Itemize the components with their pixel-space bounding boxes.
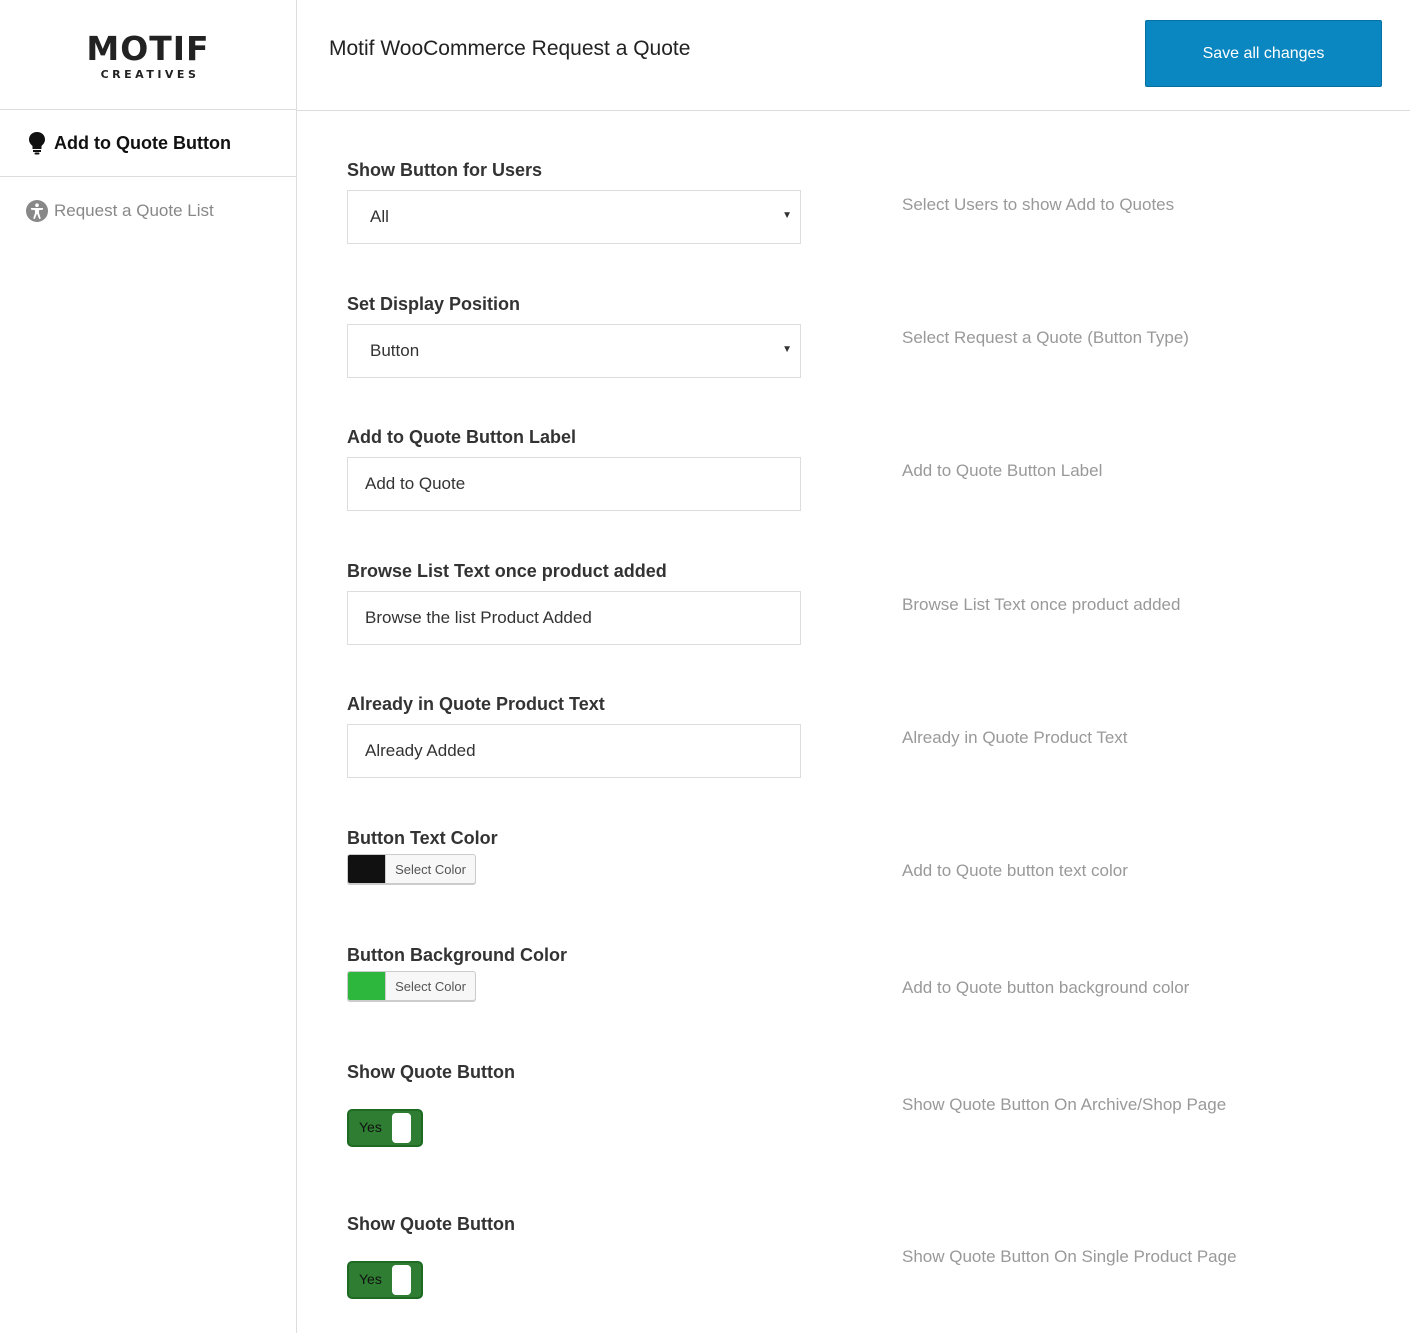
lightbulb-icon	[25, 131, 49, 155]
field-label: Add to Quote Button Label	[347, 427, 576, 447]
toggle-label: Yes	[359, 1119, 382, 1135]
field-add-to-quote-button-label: Add to Quote Button Label Add to Quote A…	[347, 427, 1357, 511]
background-color-picker-button[interactable]: Select Color	[347, 971, 476, 1001]
field-button-background-color: Button Background Color Select Color Add…	[347, 945, 1357, 1001]
toggle-knob	[392, 1113, 411, 1143]
logo: MOTIF CREATIVES	[0, 0, 296, 110]
text-color-picker-button[interactable]: Select Color	[347, 854, 476, 884]
field-show-quote-button-archive: Show Quote Button Yes Show Quote Button …	[347, 1062, 1357, 1147]
field-description: Add to Quote button background color	[902, 978, 1190, 997]
page-title: Motif WooCommerce Request a Quote	[329, 37, 691, 60]
save-all-changes-button[interactable]: Save all changes	[1145, 20, 1382, 87]
field-description: Select Users to show Add to Quotes	[902, 195, 1175, 214]
show-quote-single-toggle[interactable]: Yes	[347, 1261, 423, 1299]
field-description: Add to Quote Button Label	[902, 461, 1103, 480]
browse-list-text-input[interactable]: Browse the list Product Added	[347, 591, 801, 645]
field-label: Button Background Color	[347, 945, 567, 965]
already-in-quote-input[interactable]: Already Added	[347, 724, 801, 778]
field-button-text-color: Button Text Color Select Color Add to Qu…	[347, 828, 1357, 884]
logo-main-text: MOTIF	[86, 29, 210, 68]
field-label: Set Display Position	[347, 294, 521, 314]
sidebar-item-request-a-quote-list[interactable]: Request a Quote List	[0, 177, 296, 244]
select-color-label: Select Color	[395, 978, 466, 994]
field-description: Show Quote Button On Archive/Shop Page	[902, 1095, 1227, 1114]
field-description: Already in Quote Product Text	[902, 728, 1128, 747]
logo-sub-text: CREATIVES	[100, 68, 200, 81]
button-label-input[interactable]: Add to Quote	[347, 457, 801, 511]
field-description: Add to Quote button text color	[902, 861, 1128, 880]
field-browse-list-text: Browse List Text once product added Brow…	[347, 561, 1357, 645]
sidebar: MOTIF CREATIVES Add to Quote Button Requ…	[0, 0, 297, 1333]
select-value: All	[370, 207, 389, 226]
show-users-select[interactable]: All ▼	[347, 190, 801, 244]
color-swatch	[348, 855, 386, 883]
select-color-label: Select Color	[395, 861, 466, 877]
select-value: Button	[370, 341, 420, 360]
field-description: Select Request a Quote (Button Type)	[902, 328, 1189, 347]
display-position-select[interactable]: Button ▼	[347, 324, 801, 378]
field-description: Browse List Text once product added	[902, 595, 1181, 614]
sidebar-item-add-to-quote-button[interactable]: Add to Quote Button	[0, 110, 296, 177]
field-label: Show Quote Button	[347, 1214, 515, 1234]
toggle-knob	[392, 1265, 411, 1295]
field-description: Show Quote Button On Single Product Page	[902, 1247, 1237, 1266]
color-swatch	[348, 972, 386, 1000]
dropdown-arrow-icon: ▼	[782, 344, 792, 355]
sidebar-item-label: Request a Quote List	[54, 200, 214, 220]
header: Motif WooCommerce Request a Quote Save a…	[297, 0, 1410, 111]
show-quote-archive-toggle[interactable]: Yes	[347, 1109, 423, 1147]
toggle-label: Yes	[359, 1271, 382, 1287]
field-label: Already in Quote Product Text	[347, 694, 605, 714]
field-show-button-for-users: Show Button for Users All ▼ Select Users…	[347, 160, 1357, 244]
field-show-quote-button-single: Show Quote Button Yes Show Quote Button …	[347, 1214, 1357, 1299]
dropdown-arrow-icon: ▼	[782, 210, 792, 221]
field-label: Button Text Color	[347, 828, 498, 848]
sidebar-item-label: Add to Quote Button	[54, 132, 231, 153]
field-already-in-quote-text: Already in Quote Product Text Already Ad…	[347, 694, 1357, 778]
field-label: Show Button for Users	[347, 160, 543, 180]
field-set-display-position: Set Display Position Button ▼ Select Req…	[347, 294, 1357, 378]
accessibility-icon	[25, 199, 49, 223]
field-label: Show Quote Button	[347, 1062, 515, 1082]
field-label: Browse List Text once product added	[347, 561, 667, 581]
